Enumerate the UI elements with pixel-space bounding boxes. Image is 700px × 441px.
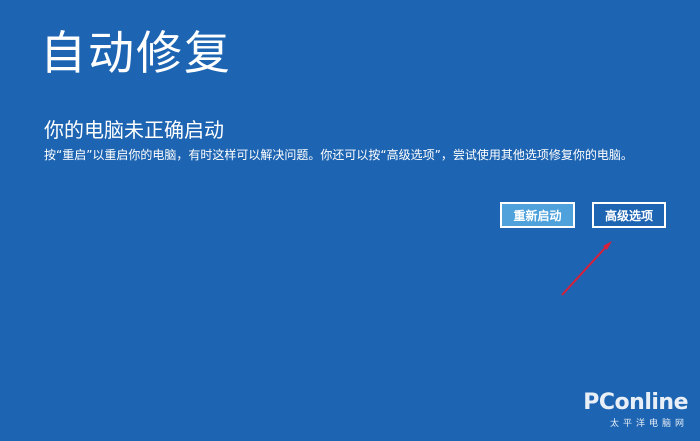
watermark: PConline 太平洋电脑网 [583, 390, 688, 430]
watermark-logo: PConline [583, 390, 688, 415]
restart-button[interactable]: 重新启动 [500, 202, 575, 228]
status-heading: 你的电脑未正确启动 [44, 118, 224, 142]
watermark-subtitle: 太平洋电脑网 [609, 419, 688, 429]
advanced-options-button[interactable]: 高级选项 [592, 202, 666, 228]
status-description: 按“重启”以重启你的电脑，有时这样可以解决问题。你还可以按“高级选项”，尝试使用… [44, 148, 633, 162]
page-title: 自动修复 [40, 26, 232, 80]
